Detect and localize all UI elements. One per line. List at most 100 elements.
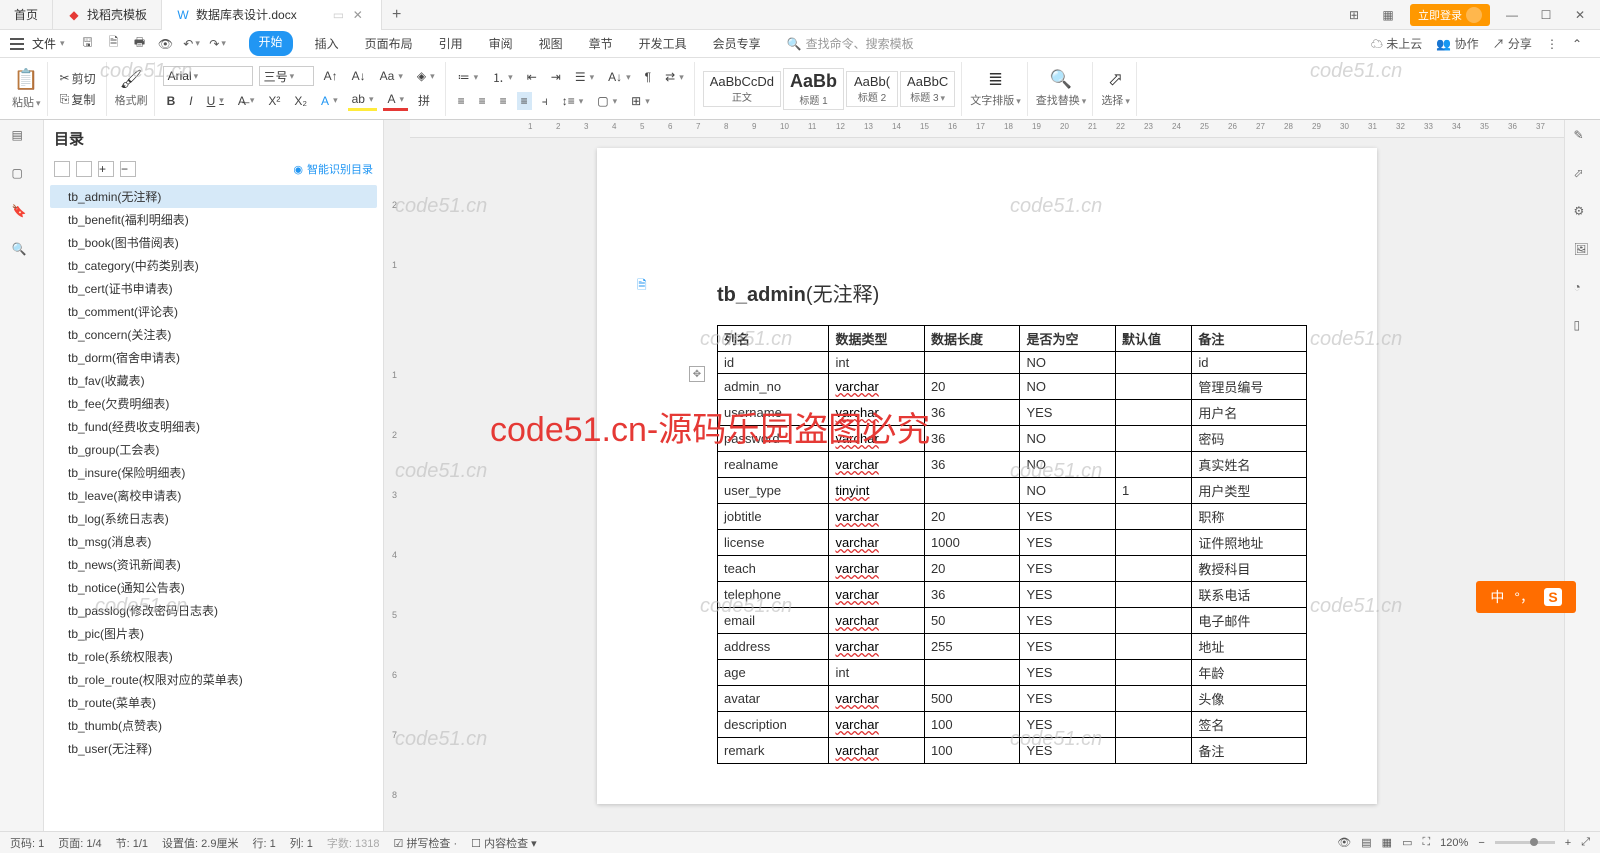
show-marks-icon[interactable]: ¶	[641, 68, 655, 86]
status-line[interactable]: 行: 1	[252, 835, 275, 851]
nav-icon[interactable]: ▢	[12, 166, 32, 186]
table-row[interactable]: emailvarchar50YES电子邮件	[718, 608, 1307, 634]
outline-tool-1[interactable]	[54, 161, 70, 177]
table-cell[interactable]: admin_no	[718, 374, 829, 400]
font-name-select[interactable]: Arial	[163, 66, 253, 86]
style-h1[interactable]: AaBb标题 1	[783, 68, 844, 110]
save-icon[interactable]: 🖫	[79, 35, 97, 53]
paste-button[interactable]: 粘贴	[12, 94, 41, 110]
outline-item[interactable]: tb_group(工会表)	[50, 438, 377, 461]
outline-item[interactable]: tb_notice(通知公告表)	[50, 576, 377, 599]
table-cell[interactable]: varchar	[829, 686, 925, 712]
tab-templates[interactable]: ◆ 找稻壳模板	[53, 0, 162, 30]
phonetic-icon[interactable]: 拼	[414, 90, 434, 111]
table-cell[interactable]	[1115, 426, 1191, 452]
outline-item[interactable]: tb_thumb(点赞表)	[50, 714, 377, 737]
table-cell[interactable]: varchar	[829, 400, 925, 426]
table-row[interactable]: user_typetinyintNO1用户类型	[718, 478, 1307, 504]
highlight-icon[interactable]: ab	[348, 90, 378, 111]
outline-item[interactable]: tb_category(中药类别表)	[50, 254, 377, 277]
table-cell[interactable]: 真实姓名	[1192, 452, 1307, 478]
outline-item[interactable]: tb_route(菜单表)	[50, 691, 377, 714]
bookmark-icon[interactable]: 🔖	[12, 204, 32, 224]
table-cell[interactable]: license	[718, 530, 829, 556]
table-cell[interactable]: YES	[1020, 660, 1116, 686]
zoom-slider[interactable]	[1495, 841, 1555, 844]
ribbon-tab-pagelayout[interactable]: 页面布局	[361, 31, 417, 56]
outline-item[interactable]: tb_fav(收藏表)	[50, 369, 377, 392]
table-cell[interactable]: password	[718, 426, 829, 452]
table-cell[interactable]: varchar	[829, 426, 925, 452]
table-cell[interactable]: varchar	[829, 504, 925, 530]
table-cell[interactable]: 1000	[924, 530, 1020, 556]
table-cell[interactable]	[1115, 556, 1191, 582]
table-cell[interactable]: 年龄	[1192, 660, 1307, 686]
tabs-icon[interactable]: ⇄	[661, 68, 688, 86]
table-cell[interactable]: user_type	[718, 478, 829, 504]
table-cell[interactable]: avatar	[718, 686, 829, 712]
outline-list[interactable]: tb_admin(无注释)tb_benefit(福利明细表)tb_book(图书…	[44, 181, 383, 831]
ribbon-tab-start[interactable]: 开始	[249, 31, 293, 56]
table-cell[interactable]: YES	[1020, 738, 1116, 764]
indent-inc-icon[interactable]: ⇥	[547, 68, 565, 86]
more-icon[interactable]: ⋮	[1546, 37, 1558, 51]
settings-icon[interactable]: ⚙	[1574, 204, 1592, 222]
print-icon[interactable]: 🖶	[131, 35, 149, 53]
zoom-in-button[interactable]: +	[1565, 837, 1571, 849]
image-icon[interactable]: 🖼	[1574, 242, 1592, 260]
table-cell[interactable]: int	[829, 660, 925, 686]
table-cell[interactable]: 20	[924, 374, 1020, 400]
table-cell[interactable]: YES	[1020, 582, 1116, 608]
tab-add-button[interactable]: +	[382, 6, 412, 24]
align-center-icon[interactable]: ≡	[475, 92, 490, 110]
status-pageno[interactable]: 页码: 1	[10, 835, 44, 851]
preview-icon[interactable]: 👁	[157, 35, 175, 53]
table-cell[interactable]: remark	[718, 738, 829, 764]
italic-button[interactable]: I	[185, 92, 196, 110]
outline-tool-3[interactable]: +	[98, 161, 114, 177]
select-group[interactable]: ⬀ 选择	[1095, 62, 1137, 116]
outline-item[interactable]: tb_insure(保险明细表)	[50, 461, 377, 484]
format-painter-button[interactable]: 格式刷	[115, 92, 148, 108]
smart-outline-button[interactable]: ◉ 智能识别目录	[293, 161, 373, 177]
cursor-icon[interactable]: ⬀	[1574, 166, 1592, 184]
table-cell[interactable]	[1115, 530, 1191, 556]
outline-item[interactable]: tb_comment(评论表)	[50, 300, 377, 323]
zoom-out-button[interactable]: −	[1478, 837, 1484, 849]
table-row[interactable]: descriptionvarchar100YES签名	[718, 712, 1307, 738]
table-cell[interactable]	[924, 660, 1020, 686]
table-cell[interactable]	[1115, 582, 1191, 608]
table-cell[interactable]	[1115, 504, 1191, 530]
undo-icon[interactable]: ↶	[183, 35, 201, 53]
table-cell[interactable]	[1115, 738, 1191, 764]
table-cell[interactable]: YES	[1020, 530, 1116, 556]
copy-button[interactable]: ⎘ 复制	[56, 89, 100, 110]
outline-item[interactable]: tb_pic(图片表)	[50, 622, 377, 645]
status-spellcheck[interactable]: ☑ 拼写检查 ·	[394, 835, 458, 851]
outline-item[interactable]: tb_fund(经费收支明细表)	[50, 415, 377, 438]
minimize-button[interactable]: —	[1500, 5, 1524, 25]
table-cell[interactable]: 职称	[1192, 504, 1307, 530]
view-outline-icon[interactable]: ▭	[1402, 836, 1412, 849]
table-cell[interactable]: tinyint	[829, 478, 925, 504]
underline-button[interactable]: U	[203, 92, 228, 110]
bold-button[interactable]: B	[163, 92, 180, 110]
database-table[interactable]: 列名数据类型数据长度是否为空默认值备注idintNOidadmin_novarc…	[717, 325, 1307, 764]
outline-tool-4[interactable]: −	[120, 161, 136, 177]
table-cell[interactable]: 教授科目	[1192, 556, 1307, 582]
align-justify-icon[interactable]: ≡	[517, 92, 532, 110]
table-cell[interactable]: id	[1192, 352, 1307, 374]
ribbon-tab-view[interactable]: 视图	[535, 31, 567, 56]
ribbon-tab-insert[interactable]: 插入	[311, 31, 343, 56]
command-search[interactable]: 🔍 查找命令、搜索模板	[787, 35, 914, 52]
saveas-icon[interactable]: 🗎	[105, 35, 123, 53]
outline-item[interactable]: tb_cert(证书申请表)	[50, 277, 377, 300]
ribbon-tab-review[interactable]: 审阅	[485, 31, 517, 56]
view-fullscreen-icon[interactable]: ⛶	[1422, 836, 1430, 849]
close-icon[interactable]: ✕	[353, 8, 367, 22]
document-canvas[interactable]: 1234567891011121314151617181920212223242…	[410, 120, 1564, 831]
text-direction-icon[interactable]: ☰	[571, 68, 598, 86]
cloud-status[interactable]: ☁ 未上云	[1371, 35, 1422, 52]
style-normal[interactable]: AaBbCcDd正文	[703, 71, 781, 107]
table-cell[interactable]	[1115, 712, 1191, 738]
